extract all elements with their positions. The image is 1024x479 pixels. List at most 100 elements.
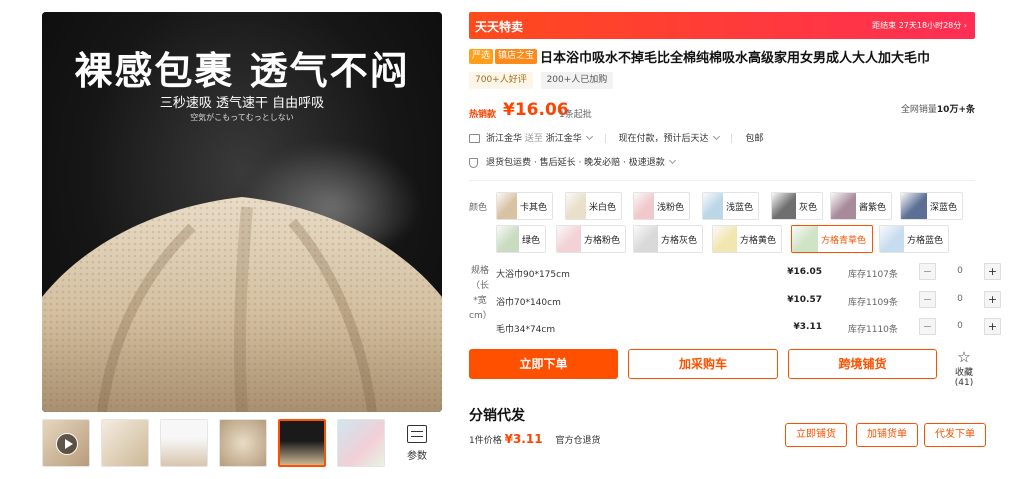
quantity-value[interactable]: 0 bbox=[953, 294, 967, 304]
send-to-label: 送至 bbox=[524, 134, 543, 144]
swatch-thumbnail bbox=[713, 226, 737, 252]
swatch-thumbnail bbox=[703, 193, 723, 219]
color-swatch[interactable]: 卡其色 bbox=[496, 192, 553, 220]
towel-illustration bbox=[42, 197, 442, 412]
ship-to[interactable]: 浙江金华 bbox=[546, 134, 582, 144]
section-divider bbox=[469, 180, 975, 181]
swatch-label: 深蓝色 bbox=[929, 202, 957, 213]
color-swatch[interactable]: 方格黄色 bbox=[712, 225, 782, 253]
color-swatch[interactable]: 方格粉色 bbox=[556, 225, 626, 253]
thumbnail-image[interactable] bbox=[160, 419, 208, 467]
thumbnail-image-selected[interactable] bbox=[278, 419, 326, 467]
color-swatch[interactable]: 酱紫色 bbox=[830, 192, 892, 220]
tag-store: 镇店之宝 bbox=[495, 49, 538, 64]
params-button[interactable]: 参数 bbox=[393, 419, 441, 467]
distribution-info: 1件价格 ¥3.11 官方仓退货 bbox=[469, 432, 600, 446]
swatch-label: 方格灰色 bbox=[660, 235, 697, 246]
thumbnail-image[interactable] bbox=[101, 419, 149, 467]
chevron-down-icon[interactable] bbox=[668, 156, 676, 165]
thumbnail-image[interactable] bbox=[219, 419, 267, 467]
decrement-button[interactable]: − bbox=[919, 263, 936, 280]
list-now-button[interactable]: 立即铺货 bbox=[785, 423, 847, 447]
spec-stock: 库存1109条 bbox=[848, 298, 898, 308]
decrement-button[interactable]: − bbox=[919, 291, 936, 308]
color-swatch[interactable]: 米白色 bbox=[565, 192, 622, 220]
spec-name: 大浴巾90*175cm bbox=[496, 270, 570, 280]
color-swatch[interactable]: 方格灰色 bbox=[633, 225, 703, 253]
cross-border-button[interactable]: 跨境铺货 bbox=[788, 349, 937, 379]
dropship-order-button[interactable]: 代发下单 bbox=[924, 423, 986, 447]
spec-row: 浴巾70*140cm ¥10.57 库存1109条 − 0 + bbox=[496, 291, 1001, 311]
service-text: 退货包运费 · 售后延长 · 晚发必赔 · 极速退款 bbox=[486, 158, 665, 168]
spec-label: 规格（长*宽cm） bbox=[469, 266, 492, 321]
spec-stock: 库存1110条 bbox=[848, 325, 898, 335]
decrement-button[interactable]: − bbox=[919, 318, 936, 335]
color-swatch[interactable]: 浅粉色 bbox=[633, 192, 690, 220]
color-swatch[interactable]: 方格蓝色 bbox=[879, 225, 949, 253]
spec-name: 浴巾70*140cm bbox=[496, 298, 561, 308]
service-row[interactable]: 退货包运费 · 售后延长 · 晚发必赔 · 极速退款 bbox=[469, 155, 676, 169]
color-swatch[interactable]: 绿色 bbox=[496, 225, 546, 253]
thumbnail-image[interactable] bbox=[337, 419, 385, 467]
spec-name: 毛巾34*74cm bbox=[496, 325, 556, 335]
promo-bar[interactable]: 天天特卖 距结束 27天18小时28分 › bbox=[469, 12, 975, 39]
quantity-value[interactable]: 0 bbox=[953, 321, 967, 331]
color-swatch[interactable]: 深蓝色 bbox=[900, 192, 963, 220]
sales-volume: 全网销量10万+条 bbox=[901, 102, 975, 115]
spec-row: 大浴巾90*175cm ¥16.05 库存1107条 − 0 + bbox=[496, 263, 1001, 283]
product-title: 日本浴巾吸水不掉毛比全棉纯棉吸水高级家用女男成人大人加大毛巾 bbox=[540, 51, 931, 66]
quantity-stepper: − 0 + bbox=[919, 291, 1001, 309]
swatch-label: 米白色 bbox=[588, 202, 616, 213]
divider bbox=[604, 134, 606, 143]
swatch-thumbnail bbox=[557, 226, 581, 252]
params-icon bbox=[407, 424, 427, 443]
swatch-thumbnail bbox=[901, 193, 927, 219]
spec-price: ¥16.05 bbox=[787, 267, 822, 277]
swatch-thumbnail bbox=[634, 193, 654, 219]
spec-row: 毛巾34*74cm ¥3.11 库存1110条 − 0 + bbox=[496, 318, 1001, 338]
increment-button[interactable]: + bbox=[984, 263, 1001, 280]
favorite-button[interactable]: ☆ 收藏 (41) bbox=[947, 348, 981, 389]
add-list-button[interactable]: 加铺货单 bbox=[856, 423, 918, 447]
swatch-thumbnail bbox=[831, 193, 856, 219]
payment-eta[interactable]: 现在付款，预计后天达 bbox=[619, 134, 709, 144]
increment-button[interactable]: + bbox=[984, 318, 1001, 335]
swatch-label: 绿色 bbox=[521, 235, 540, 246]
chevron-down-icon[interactable] bbox=[712, 132, 720, 141]
favorite-label: 收藏 (41) bbox=[954, 368, 974, 388]
distribution-price-prefix: 1件价格 bbox=[469, 436, 502, 446]
add-to-cart-button[interactable]: 加采购车 bbox=[628, 349, 778, 379]
main-product-image[interactable]: 裸感包裹 透气不闷 三秒速吸 透气速干 自由呼吸 空気がこもってむっとしない bbox=[42, 12, 442, 412]
thumbnail-video[interactable] bbox=[42, 419, 90, 467]
swatch-label: 浅粉色 bbox=[656, 202, 684, 213]
swatch-thumbnail bbox=[880, 226, 904, 252]
swatch-thumbnail bbox=[497, 226, 519, 252]
swatch-label: 方格黄色 bbox=[739, 235, 776, 246]
chevron-down-icon[interactable] bbox=[585, 132, 593, 141]
shield-icon bbox=[469, 157, 478, 168]
color-label: 颜色 bbox=[469, 203, 488, 213]
swatch-label: 浅蓝色 bbox=[725, 202, 753, 213]
swatch-label: 灰色 bbox=[798, 202, 817, 213]
color-swatch[interactable]: 方格青草色 bbox=[791, 225, 873, 253]
divider bbox=[731, 134, 733, 143]
swatch-label: 卡其色 bbox=[519, 202, 547, 213]
color-swatch[interactable]: 浅蓝色 bbox=[702, 192, 759, 220]
quantity-stepper: − 0 + bbox=[919, 318, 1001, 336]
distribution-price: ¥3.11 bbox=[504, 432, 543, 446]
promo-title: 天天特卖 bbox=[475, 20, 524, 34]
swatch-label: 方格粉色 bbox=[583, 235, 620, 246]
tag-yan: 严选 bbox=[469, 49, 494, 64]
distribution-title: 分销代发 bbox=[469, 408, 525, 424]
shipping-row: 浙江金华 送至 浙江金华 现在付款，预计后天达 包邮 bbox=[469, 131, 763, 145]
color-swatch[interactable]: 灰色 bbox=[771, 192, 823, 220]
spec-stock: 库存1107条 bbox=[848, 270, 898, 280]
star-icon: ☆ bbox=[957, 348, 971, 366]
min-order: 1条起批 bbox=[559, 110, 592, 120]
swatch-thumbnail bbox=[772, 193, 796, 219]
increment-button[interactable]: + bbox=[984, 291, 1001, 308]
order-now-button[interactable]: 立即下单 bbox=[469, 349, 618, 379]
quantity-value[interactable]: 0 bbox=[953, 266, 967, 276]
reviews-badge[interactable]: 700+人好评 bbox=[469, 72, 533, 89]
price-row: 热销款 ¥16.06 1条起批 全网销量10万+条 bbox=[469, 100, 975, 122]
